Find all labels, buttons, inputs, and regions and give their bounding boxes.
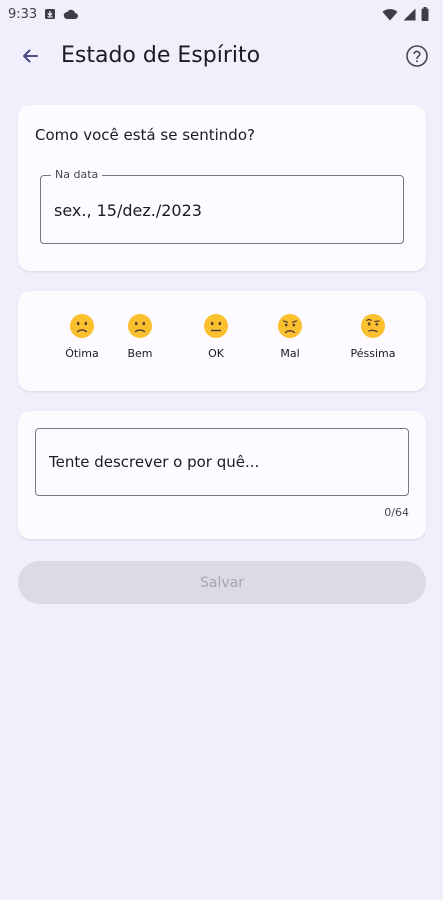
help-circle-icon: [405, 44, 429, 72]
save-button[interactable]: Salvar: [18, 561, 426, 604]
mood-label: Péssima: [350, 347, 396, 360]
mood-question: Como você está se sentindo?: [35, 126, 255, 144]
mood-option-pessima[interactable]: Péssima: [333, 313, 413, 373]
neutral-face-icon: [204, 314, 228, 338]
arrow-left-icon: [20, 46, 40, 70]
status-left: 9:33: [8, 6, 79, 22]
date-field[interactable]: Na data sex., 15/dez./2023: [40, 168, 404, 244]
cloud-icon: [63, 9, 79, 20]
worried-face-icon: [278, 314, 302, 338]
mood-label: Bem: [127, 347, 153, 360]
reason-card: 0/64: [18, 411, 426, 539]
page-title: Estado de Espírito: [61, 43, 261, 68]
date-field-label: Na data: [51, 168, 103, 181]
mood-option-bem[interactable]: Bem: [100, 313, 180, 373]
help-button[interactable]: [403, 44, 431, 72]
reason-input[interactable]: [35, 428, 409, 496]
status-bar: 9:33: [0, 0, 443, 28]
mood-label: OK: [208, 347, 224, 360]
battery-icon: [421, 7, 429, 21]
mood-label: Ótima: [65, 347, 99, 360]
app-bar: Estado de Espírito: [0, 34, 443, 80]
slightly-frowning-face-icon: [128, 314, 152, 338]
face-with-raised-eyebrow-icon: [361, 314, 385, 338]
mood-option-mal[interactable]: Mal: [250, 313, 330, 373]
date-card: Como você está se sentindo? Na data sex.…: [18, 105, 426, 271]
char-counter: 0/64: [384, 506, 409, 519]
mood-options: Ótima Bem OK Mal Péssima: [18, 313, 426, 373]
back-button[interactable]: [14, 42, 46, 74]
wifi-icon: [382, 8, 398, 21]
mood-label: Mal: [280, 347, 300, 360]
signal-icon: [403, 8, 416, 21]
mood-card: Ótima Bem OK Mal Péssima: [18, 291, 426, 391]
date-field-value: sex., 15/dez./2023: [54, 201, 202, 220]
download-box-icon: [44, 8, 56, 20]
status-time: 9:33: [8, 6, 38, 22]
slightly-frowning-face-icon: [70, 314, 94, 338]
status-right: [382, 7, 429, 21]
mood-option-ok[interactable]: OK: [176, 313, 256, 373]
